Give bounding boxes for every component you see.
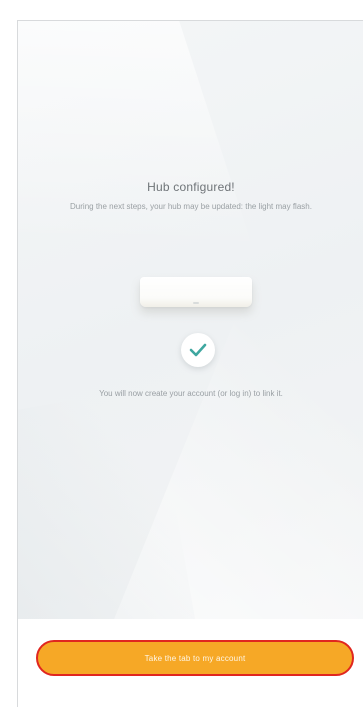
footer-bar: Take the tab to my account [18,619,363,707]
page-subtitle: During the next steps, your hub may be u… [70,202,312,211]
background-light-shape [18,21,268,373]
success-badge [181,333,215,367]
checkmark-icon [189,343,207,357]
hub-device-image [140,277,252,307]
hub-led-indicator [193,302,199,304]
setup-screen: Hub configured! During the next steps, y… [17,20,363,707]
info-text: You will now create your account (or log… [99,389,283,398]
link-account-button[interactable]: Take the tab to my account [36,640,354,676]
page-title: Hub configured! [147,180,235,194]
app-frame: Hub configured! During the next steps, y… [0,0,363,707]
